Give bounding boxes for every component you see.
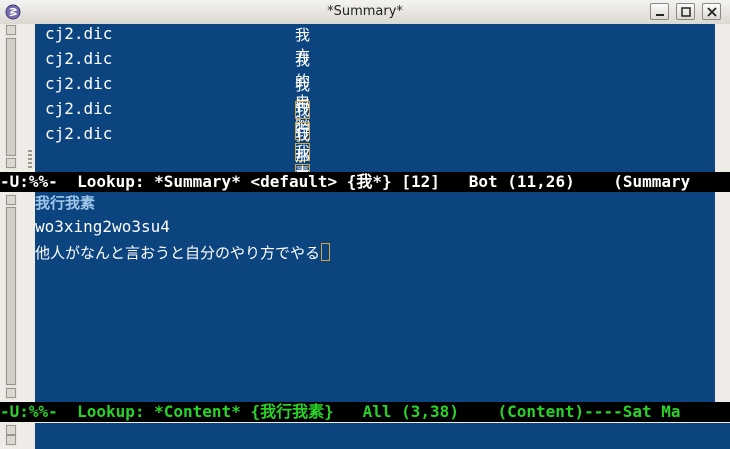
scroll-down-arrow[interactable] bbox=[6, 158, 16, 168]
emacs-window: *Summary* cj2.dic 我方 cj2.dic 我的电脑 cj2.di… bbox=[0, 0, 730, 449]
content-scrollbar[interactable] bbox=[5, 194, 17, 400]
dict-name: cj2.dic bbox=[45, 49, 113, 68]
maximize-icon bbox=[681, 7, 691, 17]
echo-area[interactable] bbox=[35, 423, 730, 449]
scroll-down-arrow[interactable] bbox=[6, 388, 16, 398]
minimize-icon bbox=[656, 14, 664, 16]
scroll-thumb[interactable] bbox=[6, 38, 16, 156]
window-title: *Summary* bbox=[327, 4, 403, 19]
entry-heading: 我行我素 bbox=[35, 194, 96, 212]
scroll-up-arrow[interactable] bbox=[6, 25, 16, 35]
scroll-down-arrow[interactable] bbox=[6, 435, 16, 445]
scroll-thumb[interactable] bbox=[6, 207, 16, 385]
dict-name: cj2.dic bbox=[45, 24, 113, 43]
summary-pane[interactable]: cj2.dic 我方 cj2.dic 我的电脑 cj2.dic 我行 cj2.d… bbox=[35, 24, 715, 172]
scroll-up-arrow[interactable] bbox=[6, 425, 16, 435]
maximize-button[interactable] bbox=[676, 3, 695, 20]
close-button[interactable] bbox=[702, 3, 721, 20]
entry-pinyin: wo3xing2wo3su4 bbox=[35, 217, 170, 236]
dict-name: cj2.dic bbox=[45, 74, 113, 93]
echo-scrollbar[interactable] bbox=[5, 424, 17, 446]
entry-definition: 他人がなんと言おうと自分のやり方でやる bbox=[35, 242, 331, 263]
minimize-button[interactable] bbox=[650, 3, 669, 20]
emacs-frame: cj2.dic 我方 cj2.dic 我的电脑 cj2.dic 我行 cj2.d… bbox=[0, 24, 730, 449]
summary-scrollbar[interactable] bbox=[5, 24, 17, 170]
close-icon bbox=[707, 7, 717, 17]
content-modeline[interactable]: -U:%%- Lookup: *Content* {我行我素} All (3,3… bbox=[0, 402, 730, 422]
summary-modeline[interactable]: -U:%%- Lookup: *Summary* <default> {我*} … bbox=[0, 172, 730, 192]
dict-name: cj2.dic bbox=[45, 124, 113, 143]
truncation-marker bbox=[28, 150, 32, 170]
word: 我那口子 bbox=[295, 126, 311, 172]
definition-text: 他人がなんと言おうと自分のやり方でやる bbox=[35, 244, 321, 262]
scroll-up-arrow[interactable] bbox=[6, 195, 16, 205]
title-bar: *Summary* bbox=[0, 0, 730, 25]
text-cursor bbox=[321, 243, 331, 261]
dict-name: cj2.dic bbox=[45, 99, 113, 118]
